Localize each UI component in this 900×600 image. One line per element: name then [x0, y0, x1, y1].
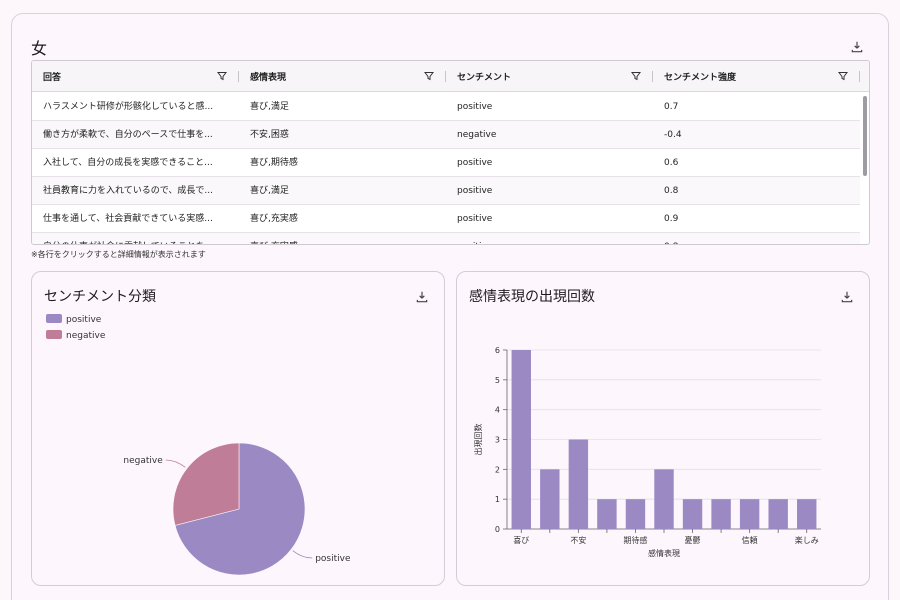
x-tick-label: 楽しみ [795, 535, 819, 545]
y-tick-label: 3 [495, 436, 500, 445]
scrollbar-thumb[interactable] [863, 96, 867, 176]
pie-label-line [292, 550, 313, 559]
table-header: 回答 感情表現 センチメント センチメント強度 [32, 61, 869, 92]
cell-emotion: 喜び,満足 [250, 102, 289, 112]
x-tick-label: 期待感 [623, 535, 647, 545]
legend-swatch-negative[interactable] [46, 330, 62, 339]
cell-score: 0.8 [664, 233, 678, 244]
column-label: 感情表現 [250, 73, 287, 83]
y-tick-label: 0 [495, 525, 500, 534]
cell-emotion: 喜び,充実感 [250, 214, 298, 224]
cell-score: 0.8 [664, 186, 679, 196]
y-tick-label: 4 [495, 406, 500, 415]
cell-sentiment: positive [457, 186, 493, 196]
pie-label-line [165, 459, 186, 468]
cell-answer: 自分の仕事が社会に貢献していることを... [43, 233, 233, 244]
cell-answer: 仕事を通して、社会貢献できている実感... [43, 214, 213, 224]
y-tick-label: 2 [495, 465, 500, 474]
cell-score: -0.4 [664, 130, 682, 140]
table-row[interactable]: ハラスメント研修が形骸化していると感... 喜び,満足 positive 0.7 [32, 93, 860, 121]
column-header-answer[interactable]: 回答 [32, 61, 239, 92]
response-table: 回答 感情表現 センチメント センチメント強度 ハラスメント研修が形骸化している… [31, 60, 870, 245]
pie-slice-label: negative [123, 456, 163, 466]
column-separator[interactable] [859, 71, 860, 82]
x-tick-label: 喜び [513, 535, 529, 545]
column-label: センチメント [457, 73, 512, 83]
download-icon [851, 41, 863, 53]
column-header-sentiment-score[interactable]: センチメント強度 [653, 61, 860, 92]
cell-sentiment: positive [457, 102, 493, 112]
table-row[interactable]: 入社して、自分の成長を実感できること... 喜び,期待感 positive 0.… [32, 149, 860, 177]
pie-slice-label: positive [315, 554, 351, 564]
bar[interactable] [682, 499, 703, 529]
section-title: 女 [31, 39, 48, 58]
emotion-bar-chart: 0 1 2 3 4 5 6 喜び 不安 期待感 憂鬱 信頼 楽しみ感情表現 出現回数 [473, 346, 821, 558]
cell-emotion: 喜び,期待感 [250, 158, 298, 168]
bar[interactable] [711, 499, 731, 529]
x-tick-label: 信頼 [742, 535, 758, 545]
table-hint-text: ※各行をクリックすると詳細情報が表示されます [31, 250, 206, 259]
cell-answer: 入社して、自分の成長を実感できること... [43, 158, 213, 168]
sentiment-chart-card: センチメント分類 positive negative positive negativ… [31, 271, 445, 586]
y-tick-label: 6 [495, 346, 500, 355]
cell-sentiment: positive [457, 158, 493, 168]
column-header-sentiment[interactable]: センチメント [446, 61, 653, 92]
bar[interactable] [739, 499, 760, 529]
cell-score: 0.9 [664, 214, 679, 224]
bar[interactable] [654, 469, 674, 529]
table-row[interactable]: 自分の仕事が社会に貢献していることを... 喜び,充実感 positive 0.… [32, 233, 860, 244]
cell-score: 0.7 [664, 102, 679, 112]
sentiment-pie-chart: positive negative positive negative [46, 314, 351, 576]
y-axis-title: 出現回数 [473, 424, 483, 456]
x-tick-label: 不安 [570, 535, 586, 545]
column-label: 回答 [43, 73, 62, 83]
bar[interactable] [797, 499, 817, 529]
cell-emotion: 喜び,満足 [250, 186, 289, 196]
bar[interactable] [568, 439, 589, 530]
cell-sentiment: negative [457, 130, 497, 140]
table-scrollbar[interactable] [861, 94, 867, 244]
cell-answer: 社員教育に力を入れているので、成長で... [43, 186, 213, 196]
x-tick-label: 憂鬱 [685, 535, 701, 545]
y-tick-label: 1 [495, 495, 500, 504]
cell-answer: 働き方が柔軟で、自分のペースで仕事を... [43, 130, 213, 140]
legend-swatch-positive[interactable] [46, 314, 62, 323]
table-download-button[interactable] [847, 37, 867, 57]
cell-answer: ハラスメント研修が形骸化していると感... [43, 102, 214, 112]
bar[interactable] [540, 469, 560, 529]
filter-icon[interactable] [838, 71, 848, 81]
bar[interactable] [625, 499, 646, 529]
bar[interactable] [511, 350, 531, 529]
table-row[interactable]: 仕事を通して、社会貢献できている実感... 喜び,充実感 positive 0.… [32, 205, 860, 233]
table-body: ハラスメント研修が形骸化していると感... 喜び,満足 positive 0.7… [32, 93, 860, 244]
filter-icon[interactable] [631, 71, 641, 81]
column-label: センチメント強度 [664, 73, 737, 83]
emotion-chart-card: 感情表現の出現回数 0 1 2 3 4 5 6 喜び 不安 期待感 憂鬱 信頼 楽しみ 感情表現 出現回数 [456, 271, 870, 586]
cell-sentiment: positive [457, 214, 493, 224]
y-tick-label: 5 [495, 376, 500, 385]
bar[interactable] [768, 499, 788, 529]
cell-emotion: 喜び,充実感 [250, 233, 298, 244]
filter-icon[interactable] [424, 71, 434, 81]
table-row[interactable]: 働き方が柔軟で、自分のペースで仕事を... 不安,困惑 negative -0.… [32, 121, 860, 149]
column-header-emotion[interactable]: 感情表現 [239, 61, 446, 92]
x-axis-title: 感情表現 [648, 548, 680, 558]
table-row[interactable]: 社員教育に力を入れているので、成長で... 喜び,満足 positive 0.8 [32, 177, 860, 205]
filter-icon[interactable] [217, 71, 227, 81]
cell-score: 0.6 [664, 158, 679, 168]
cell-sentiment: positive [457, 233, 492, 244]
legend-label-positive[interactable]: positive [66, 315, 102, 325]
legend-label-negative[interactable]: negative [66, 331, 106, 341]
bar[interactable] [597, 499, 617, 529]
cell-emotion: 不安,困惑 [250, 130, 289, 140]
